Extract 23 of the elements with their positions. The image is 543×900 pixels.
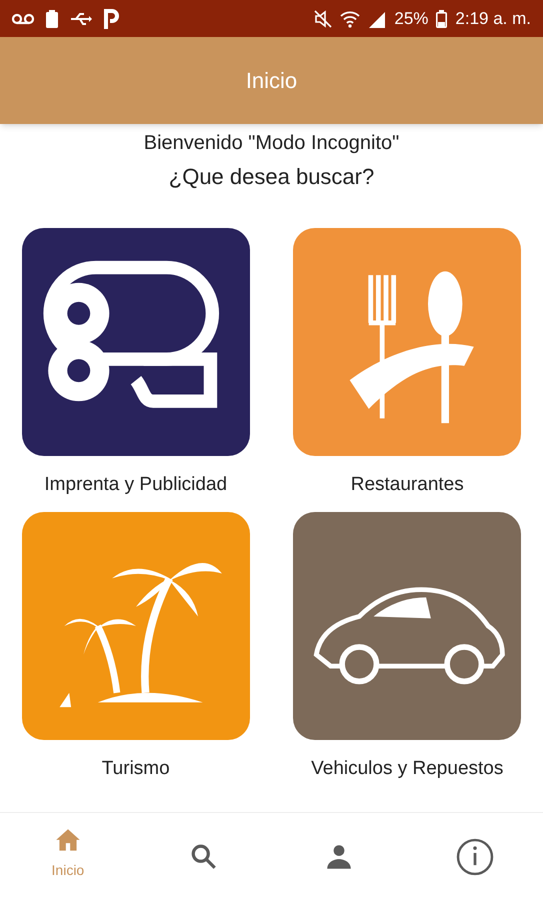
wifi-icon [340,10,360,28]
prompt-text: ¿Que desea buscar? [168,163,374,191]
battery-icon [46,10,58,28]
usb-icon [70,12,92,26]
nav-tab[interactable]: Inicio [0,813,136,900]
battery-icon [436,10,448,28]
clock: 2:19 a. m. [455,8,531,30]
info-icon [456,838,494,876]
app-bar-title: Inicio [246,67,298,95]
category-tile[interactable] [293,512,522,740]
mute-icon [314,10,332,28]
category-tile[interactable] [22,228,250,456]
category-label: Imprenta y Publicidad [44,473,228,497]
parking-icon [104,8,120,28]
category-label: Restaurantes [350,473,464,497]
category-label: Turismo [102,757,170,781]
voicemail-icon [12,12,34,24]
battery-percent: 25% [394,8,428,30]
welcome-text: Bienvenido "Modo Incognito" [144,131,400,156]
signal-icon [368,10,386,28]
category-label: Vehiculos y Repuestos [311,757,504,781]
category-tile[interactable] [293,228,522,456]
category-tile[interactable] [22,512,250,740]
